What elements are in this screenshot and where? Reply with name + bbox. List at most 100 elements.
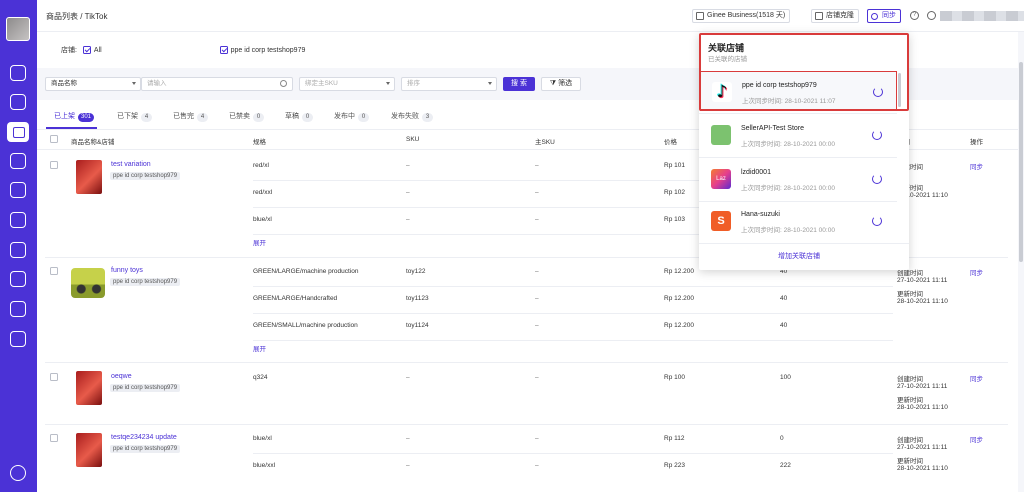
product-name-link[interactable]: testqe234234 update <box>111 434 177 441</box>
store-clone-button[interactable]: 店铺克隆 <box>811 9 859 23</box>
tab-label: 已售完 <box>173 113 194 120</box>
product-name-link[interactable]: oeqwe <box>111 373 132 380</box>
sellerapi-logo-icon <box>711 125 731 145</box>
row-checkbox[interactable] <box>50 267 58 275</box>
expand-link[interactable]: 展开 <box>253 343 266 353</box>
main-sku-select[interactable]: 绑定主SKU <box>299 77 395 91</box>
dashboard-icon[interactable] <box>10 65 26 81</box>
variant-sku: toy122 <box>406 268 426 275</box>
calendar-icon <box>696 12 704 20</box>
search-input[interactable]: 请输入 <box>141 77 293 91</box>
globe-icon[interactable] <box>927 11 936 20</box>
box-icon[interactable] <box>10 153 26 169</box>
all-stores-checkbox[interactable] <box>82 46 91 55</box>
shopee-logo-icon: S <box>711 211 731 231</box>
row-checkbox[interactable] <box>50 434 58 442</box>
select-all-checkbox[interactable] <box>50 135 58 143</box>
tab-publishing[interactable]: 发布中 0 <box>334 111 369 122</box>
variant-stock: 100 <box>780 374 791 381</box>
updated-label: 更新时间 <box>897 458 923 465</box>
filter-icon: ⧩ <box>549 80 559 87</box>
row-sync-link[interactable]: 同步 <box>970 434 983 444</box>
row-sync-link[interactable]: 同步 <box>970 373 983 383</box>
promotion-icon[interactable] <box>10 212 26 228</box>
row-sync-link[interactable]: 同步 <box>970 267 983 277</box>
store-sync-icon[interactable] <box>872 216 882 226</box>
tab-draft[interactable]: 草稿 0 <box>285 111 313 122</box>
search-placeholder: 请输入 <box>147 80 167 87</box>
tab-count-badge: 0 <box>302 113 313 122</box>
store-item[interactable]: Laz lzdid0001 上次同步时间: 28-10-2021 00:00 <box>700 159 897 199</box>
tab-count-badge: 4 <box>141 113 152 122</box>
sort-select[interactable]: 排序 <box>401 77 497 91</box>
updated-label: 更新时间 <box>897 397 923 404</box>
variant-stock: 222 <box>780 462 791 469</box>
shop-checkbox[interactable] <box>219 46 228 55</box>
scrollbar-thumb[interactable] <box>1019 62 1023 262</box>
variant-spec: GREEN/SMALL/machine production <box>253 322 358 329</box>
product-thumbnail <box>71 268 105 298</box>
product-name-link[interactable]: test variation <box>111 161 151 168</box>
business-select[interactable]: Ginee Business(1518 天) <box>692 9 791 23</box>
store-item[interactable]: ♪ ppe id corp testshop979 上次同步时间: 28-10-… <box>700 71 897 111</box>
app-icon[interactable] <box>10 331 26 347</box>
filter-button[interactable]: ⧩ 筛选 <box>541 77 581 91</box>
search-icon[interactable] <box>280 80 287 87</box>
store-sync-icon[interactable] <box>873 87 883 97</box>
row-checkbox[interactable] <box>50 373 58 381</box>
tab-publish-failed[interactable]: 发布失败 3 <box>391 111 433 122</box>
field-select-value: 商品名称 <box>51 80 77 87</box>
variant-price: Rp 12.200 <box>664 295 694 302</box>
variant-spec: red/xl <box>253 162 269 169</box>
search-button[interactable]: 搜 索 <box>503 77 535 91</box>
store-sync-icon[interactable] <box>872 174 882 184</box>
store-name: SellerAPI-Test Store <box>741 125 805 132</box>
store-name: ppe id corp testshop979 <box>742 82 817 89</box>
row-sync-link[interactable]: 同步 <box>970 161 983 171</box>
top-bar: 商品列表 / TikTok Ginee Business(1518 天) 店铺克… <box>37 0 1024 32</box>
variant-price: Rp 101 <box>664 162 685 169</box>
variant-price: Rp 12.200 <box>664 322 694 329</box>
tab-unlisted[interactable]: 已下架 4 <box>117 111 152 122</box>
help-center-icon[interactable] <box>10 465 26 481</box>
variant-sku: – <box>406 462 410 469</box>
divider <box>253 453 893 454</box>
product-name-link[interactable]: funny toys <box>111 267 143 274</box>
tab-count-badge: 0 <box>253 113 264 122</box>
row-divider <box>45 424 1008 425</box>
add-linked-store-link[interactable]: 增加关联店铺 <box>699 251 899 261</box>
tab-sold-out[interactable]: 已售完 4 <box>173 111 208 122</box>
variant-price: Rp 223 <box>664 462 685 469</box>
cart-icon[interactable] <box>10 94 26 110</box>
variant-price: Rp 103 <box>664 216 685 223</box>
divider <box>253 286 893 287</box>
store-sync-icon[interactable] <box>872 130 882 140</box>
divider <box>253 340 893 341</box>
variant-sku: – <box>406 189 410 196</box>
popover-scrollbar[interactable] <box>898 73 901 107</box>
tab-listed[interactable]: 已上架 301 <box>54 111 95 122</box>
store-item[interactable]: SellerAPI-Test Store 上次同步时间: 28-10-2021 … <box>700 115 897 155</box>
customer-icon[interactable] <box>10 242 26 258</box>
avatar[interactable] <box>6 17 30 41</box>
field-select[interactable]: 商品名称 <box>45 77 141 91</box>
store-item[interactable]: S Hana-suzuki 上次同步时间: 28-10-2021 00:00 <box>700 201 897 241</box>
page-scrollbar[interactable] <box>1018 32 1024 492</box>
product-icon[interactable] <box>7 122 29 142</box>
variant-sku: toy1123 <box>406 295 429 302</box>
report-icon[interactable] <box>10 271 26 287</box>
variant-price: Rp 112 <box>664 435 685 442</box>
shop-tag: ppe id corp testshop979 <box>110 278 181 286</box>
sync-button[interactable]: 同步 <box>867 9 901 23</box>
updated-time: 28-10-2021 11:10 <box>897 404 948 411</box>
chat-icon[interactable] <box>10 301 26 317</box>
row-checkbox[interactable] <box>50 161 58 169</box>
warehouse-icon[interactable] <box>10 182 26 198</box>
tab-banned[interactable]: 已禁卖 0 <box>229 111 264 122</box>
expand-link[interactable]: 展开 <box>253 237 266 247</box>
help-icon[interactable]: ? <box>910 11 919 20</box>
user-account[interactable] <box>940 11 1024 21</box>
product-thumbnail <box>76 433 102 467</box>
column-header-sku: SKU <box>406 136 420 143</box>
column-header-main-sku: 主SKU <box>535 139 555 146</box>
